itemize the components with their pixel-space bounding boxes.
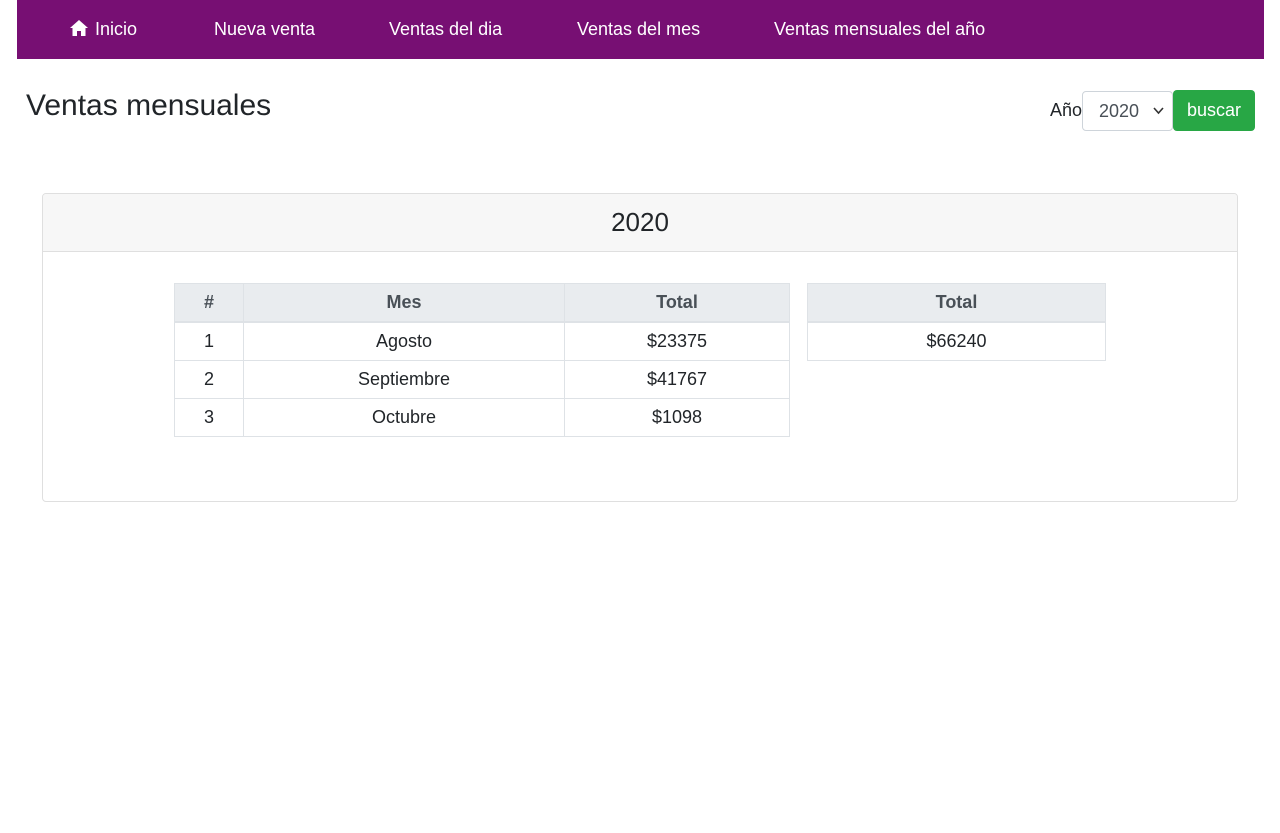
row-total: $23375 [564, 321, 790, 361]
monthly-sales-table: # Mes Total 1 Agosto $23375 2 Septiembre… [174, 283, 790, 437]
grand-total-table: Total $66240 [807, 283, 1106, 361]
table-header-row: Total [807, 283, 1106, 323]
nav-item-label: Inicio [95, 19, 138, 39]
nav-item-label: Nueva venta [214, 19, 316, 39]
search-button[interactable]: buscar [1173, 90, 1255, 131]
year-select[interactable]: 2020 [1082, 91, 1173, 131]
column-header-month: Mes [243, 283, 565, 323]
row-total: $41767 [564, 360, 790, 399]
nav-item-label: Ventas mensuales del año [774, 19, 986, 39]
row-number: 1 [174, 321, 244, 361]
nav-item-inicio[interactable]: Inicio [69, 0, 137, 59]
row-month: Agosto [243, 321, 565, 361]
column-header-total: Total [564, 283, 790, 323]
row-month: Septiembre [243, 360, 565, 399]
year-select-value: 2020 [1099, 101, 1140, 121]
yearly-sales-card: 2020 # Mes Total 1 Agosto $23375 2 Septi… [42, 193, 1238, 502]
nav-item-ventas-del-mes[interactable]: Ventas del mes [577, 0, 700, 59]
table-row: $66240 [807, 321, 1106, 361]
table-row: 3 Octubre $1098 [174, 398, 790, 437]
table-row: 2 Septiembre $41767 [174, 360, 790, 399]
grand-total-value: $66240 [807, 321, 1106, 361]
row-total: $1098 [564, 398, 790, 437]
year-label: Año [1050, 100, 1083, 120]
nav-item-label: Ventas del dia [389, 19, 503, 39]
table-row: 1 Agosto $23375 [174, 321, 790, 361]
row-number: 3 [174, 398, 244, 437]
card-header-year: 2020 [43, 194, 1237, 252]
nav-item-ventas-mensuales-del-ano[interactable]: Ventas mensuales del año [774, 0, 985, 59]
column-header-number: # [174, 283, 244, 323]
nav-item-label: Ventas del mes [577, 19, 701, 39]
table-header-row: # Mes Total [174, 283, 790, 323]
chevron-down-icon [1153, 92, 1164, 146]
row-month: Octubre [243, 398, 565, 437]
column-header-grand-total: Total [807, 283, 1106, 323]
home-icon [69, 2, 89, 61]
nav-item-ventas-del-dia[interactable]: Ventas del dia [389, 0, 502, 59]
nav-item-nueva-venta[interactable]: Nueva venta [214, 0, 315, 59]
page-title: Ventas mensuales [26, 89, 272, 122]
top-navbar: Inicio Nueva venta Ventas del dia Ventas… [17, 0, 1264, 59]
row-number: 2 [174, 360, 244, 399]
